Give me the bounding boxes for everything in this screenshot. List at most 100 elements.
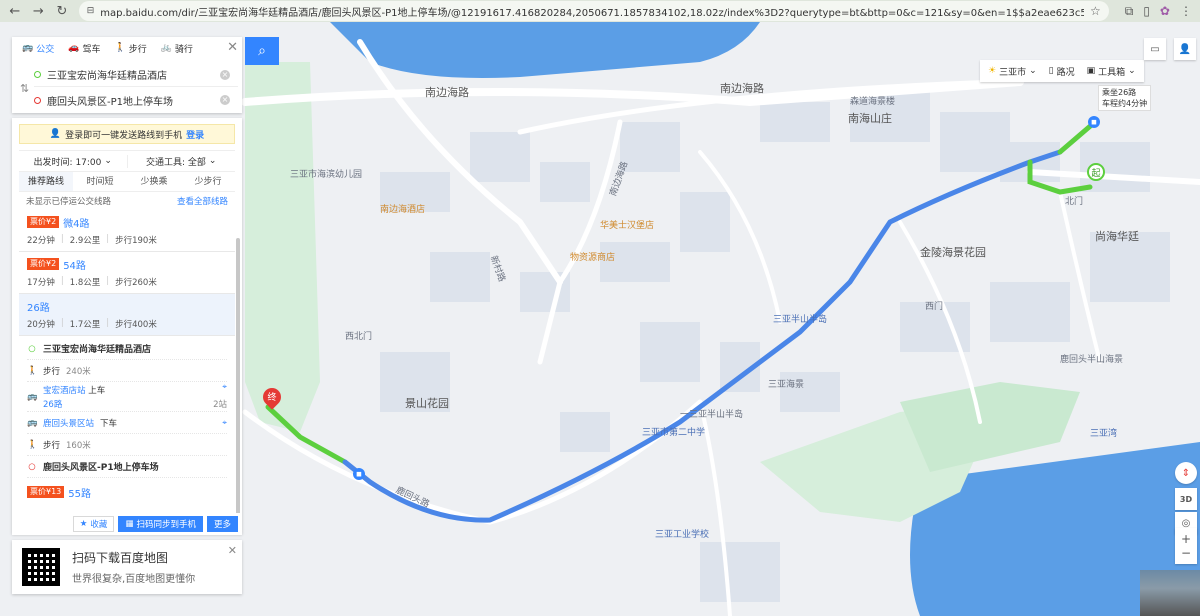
route-distance: 1.7公里 bbox=[69, 320, 101, 330]
route-line-name[interactable]: 26路 bbox=[27, 299, 50, 314]
extensions-icon[interactable]: ⧉ bbox=[1125, 4, 1134, 19]
toolbox-button[interactable]: ▣ 工具箱 ⌄ bbox=[1087, 65, 1136, 78]
route-line-name[interactable]: 55路 bbox=[68, 485, 91, 500]
panel-scrollbar[interactable] bbox=[236, 238, 240, 534]
clear-destination-icon[interactable]: × bbox=[220, 95, 230, 105]
message-icon: ▭ bbox=[1150, 43, 1160, 55]
traffic-button[interactable]: ▯ 路况 bbox=[1049, 65, 1075, 78]
tab-fewest-transfers[interactable]: 少换乘 bbox=[127, 172, 181, 191]
scan-send-label: 扫码同步到手机 bbox=[136, 520, 196, 530]
zoom-in-button[interactable]: + bbox=[1181, 532, 1191, 546]
message-button[interactable]: ▭ bbox=[1144, 38, 1166, 60]
start-marker[interactable]: 起 bbox=[1087, 163, 1105, 181]
depart-time-dropdown[interactable]: 出发时间: 17:00 ⌄ bbox=[19, 155, 127, 168]
city-selector[interactable]: ☀ 三亚市 ⌄ bbox=[988, 65, 1037, 78]
reload-icon[interactable]: ↻ bbox=[55, 3, 69, 19]
locate-icon: ◎ bbox=[1181, 517, 1191, 529]
view-all-link[interactable]: 查看全部线路 bbox=[177, 195, 228, 207]
search-button[interactable]: ⌕ bbox=[245, 37, 279, 65]
traffic-light-icon: ▯ bbox=[1048, 66, 1054, 76]
step-alight: 🚌 鹿回头景区站 下车 ⌖ bbox=[27, 412, 227, 434]
destination-field[interactable]: 鹿回头风景区-P1地上停车场 × bbox=[34, 88, 238, 112]
profile-icon[interactable]: ✿ bbox=[1160, 4, 1170, 19]
map-label: 尚海华廷 bbox=[1095, 230, 1139, 243]
step-walk: 🚶 步行 160米 bbox=[27, 434, 227, 456]
bus-stop-icon[interactable]: ◼ bbox=[353, 468, 365, 480]
star-icon[interactable]: ☆ bbox=[1090, 4, 1101, 18]
tab-transit[interactable]: 🚌 公交 bbox=[22, 42, 54, 55]
step-bus: 🚌 宝宏酒店站 上车 26路 2站 ⌖ bbox=[27, 382, 227, 412]
map-label: 三亚海景 bbox=[768, 380, 805, 390]
bus-icon: 🚌 bbox=[27, 417, 38, 428]
walk-icon: 🚶 bbox=[114, 43, 126, 53]
close-icon[interactable]: ✕ bbox=[228, 544, 237, 557]
toolbox-label: 工具箱 bbox=[1098, 67, 1126, 78]
bus-line-link[interactable]: 26路 bbox=[43, 400, 62, 410]
search-icon: ⌕ bbox=[258, 43, 266, 59]
map-label: 南边海酒店 bbox=[380, 205, 426, 215]
clear-origin-icon[interactable]: × bbox=[220, 69, 230, 80]
map-label: 三亚工业学校 bbox=[655, 530, 710, 540]
route-option[interactable]: 票价¥2 54路 17分钟 | 1.8公里 | 步行260米 bbox=[19, 252, 235, 294]
tab-label: 驾车 bbox=[82, 44, 101, 55]
zoom-out-button[interactable]: − bbox=[1181, 546, 1191, 560]
map-label: 南边海路 bbox=[425, 86, 469, 99]
transport-type-dropdown[interactable]: 交通工具: 全部 ⌄ bbox=[126, 154, 236, 168]
map-label: 南海山庄 bbox=[848, 112, 892, 125]
menu-icon[interactable]: ⋮ bbox=[1180, 4, 1192, 19]
origin-dot-icon: ○ bbox=[28, 343, 36, 354]
board-station[interactable]: 宝宏酒店站 bbox=[43, 386, 86, 396]
route-option-selected[interactable]: 26路 20分钟 | 1.7公里 | 步行400米 bbox=[19, 294, 235, 336]
street-view-thumbnail[interactable] bbox=[1140, 570, 1200, 616]
route-line-name[interactable]: 微4路 bbox=[63, 215, 89, 230]
walk-icon: 🚶 bbox=[27, 439, 38, 450]
tab-walk[interactable]: 🚶 步行 bbox=[114, 42, 146, 55]
scan-send-button[interactable]: ▦ 扫码同步到手机 bbox=[118, 516, 203, 532]
user-button[interactable]: 👤 bbox=[1174, 38, 1196, 60]
route-duration: 22分钟 bbox=[27, 236, 55, 246]
map-toolbar: ☀ 三亚市 ⌄ ▯ 路况 ▣ 工具箱 ⌄ bbox=[980, 60, 1144, 82]
route-distance: 2.9公里 bbox=[69, 236, 101, 246]
alight-station[interactable]: 鹿回头景区站 bbox=[43, 417, 94, 429]
tab-drive[interactable]: 🚗 驾车 bbox=[68, 42, 100, 55]
route-search-card: 🚌 公交 🚗 驾车 🚶 步行 🚲 骑行 ✕ ⇅ 三亚宝宏尚海华廷精品酒店 × 鹿回头风景… bbox=[12, 37, 242, 113]
address-bar[interactable]: ⊟ map.baidu.com/dir/三亚宝宏尚海华廷精品酒店/鹿回头风景区-… bbox=[78, 1, 1109, 21]
sidebar-icon[interactable]: ▯ bbox=[1143, 4, 1150, 19]
compass-button[interactable]: ⇕ bbox=[1175, 462, 1197, 484]
map-label: 南边海路 bbox=[720, 82, 764, 95]
tab-least-walking[interactable]: 少步行 bbox=[181, 172, 235, 191]
route-line-name[interactable]: 54路 bbox=[63, 257, 86, 272]
site-info-icon[interactable]: ⊟ bbox=[87, 6, 95, 16]
map-label: 华美士汉堡店 bbox=[600, 221, 655, 231]
map-label: 三亚市海滨幼儿园 bbox=[290, 170, 363, 180]
tab-shortest-time[interactable]: 时间短 bbox=[73, 172, 127, 191]
end-marker[interactable]: 终 bbox=[259, 384, 285, 410]
price-tag: 票价¥2 bbox=[27, 216, 60, 228]
bus-stop-icon[interactable]: ◼ bbox=[1088, 116, 1100, 128]
close-icon[interactable]: ✕ bbox=[227, 40, 238, 55]
swap-icon[interactable]: ⇅ bbox=[20, 82, 29, 95]
more-button[interactable]: 更多 bbox=[206, 516, 238, 532]
zoom-control: + − bbox=[1175, 528, 1197, 564]
route-actions: ★ 收藏 ▦ 扫码同步到手机 更多 bbox=[12, 513, 242, 535]
login-link[interactable]: 登录 bbox=[186, 128, 204, 141]
map-label: 景山花园 bbox=[405, 397, 449, 410]
favorite-button[interactable]: ★ 收藏 bbox=[72, 516, 115, 532]
url-text[interactable]: map.baidu.com/dir/三亚宝宏尚海华廷精品酒店/鹿回头风景区-P1… bbox=[100, 4, 1084, 19]
car-icon: 🚗 bbox=[68, 43, 80, 53]
route-option[interactable]: 票价¥2 微4路 22分钟 | 2.9公里 | 步行190米 bbox=[19, 210, 235, 252]
location-pin-icon[interactable]: ⌖ bbox=[222, 418, 227, 428]
3d-button[interactable]: 3D bbox=[1175, 488, 1197, 510]
notice-row: 未显示已停运公交线路 查看全部线路 bbox=[12, 192, 242, 210]
tab-bike[interactable]: 🚲 骑行 bbox=[161, 42, 193, 55]
origin-field[interactable]: 三亚宝宏尚海华廷精品酒店 × bbox=[34, 63, 238, 87]
map-label: 三亚湾 bbox=[1090, 429, 1118, 439]
location-pin-icon[interactable]: ⌖ bbox=[222, 382, 227, 392]
back-icon[interactable]: ← bbox=[8, 3, 22, 19]
map-label: 北门 bbox=[1065, 197, 1084, 207]
tab-recommended[interactable]: 推荐路线 bbox=[19, 172, 73, 191]
travel-mode-tabs: 🚌 公交 🚗 驾车 🚶 步行 🚲 骑行 bbox=[12, 37, 242, 59]
forward-icon[interactable]: → bbox=[32, 3, 46, 19]
route-option[interactable]: 票价¥13 55路 bbox=[19, 480, 235, 505]
alight-action: 下车 bbox=[100, 418, 118, 429]
